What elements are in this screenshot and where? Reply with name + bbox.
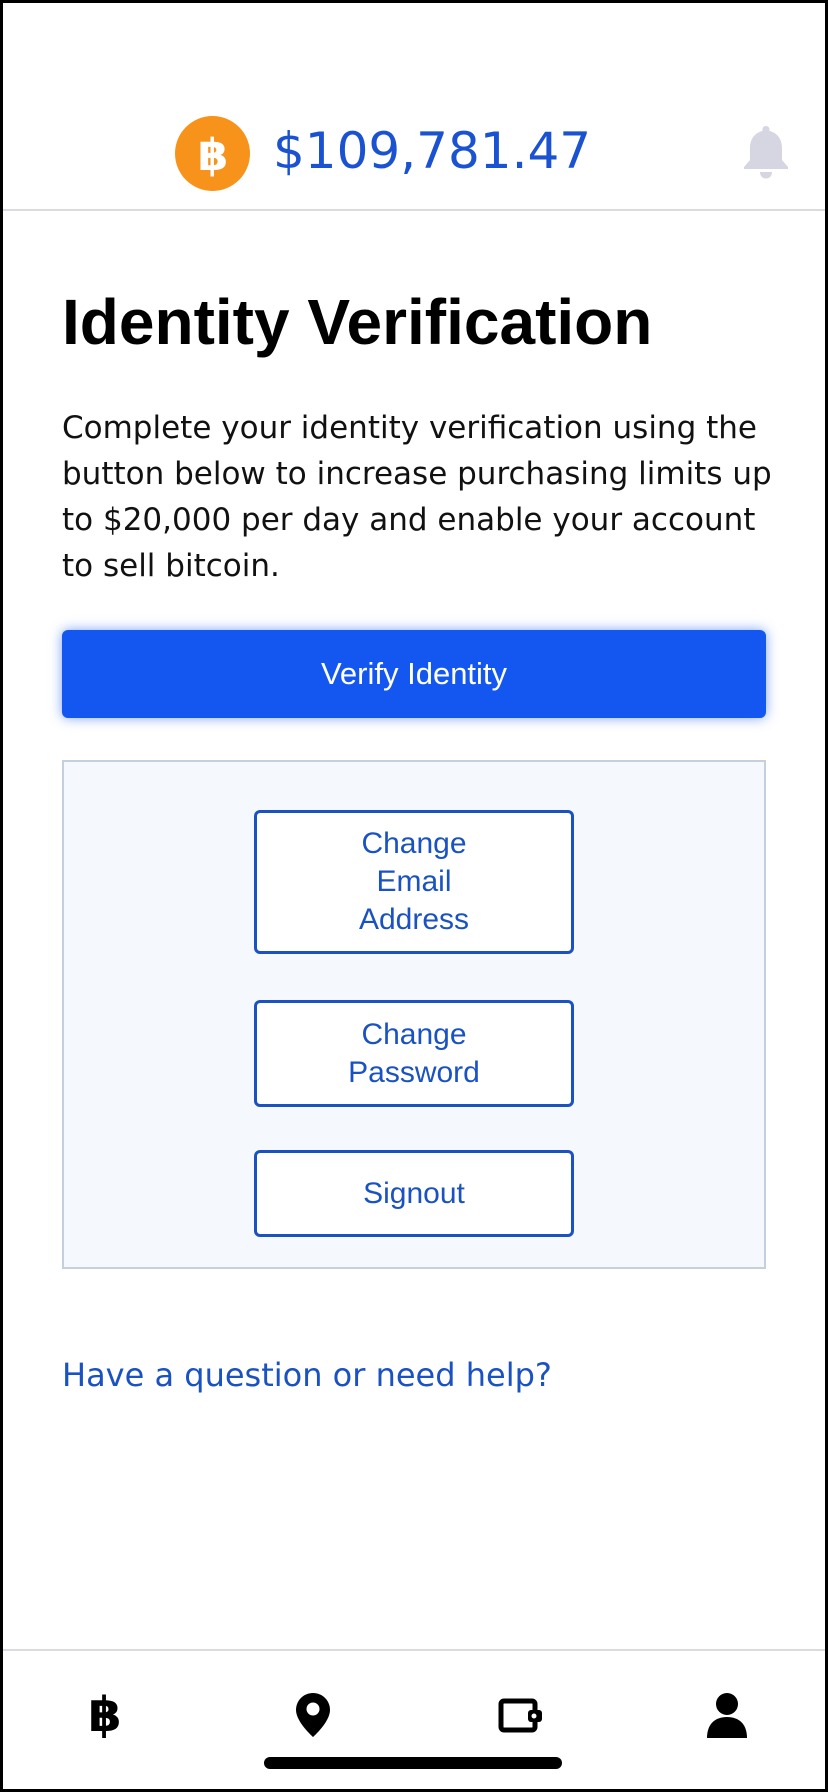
change-password-label: Change Password — [348, 1017, 480, 1089]
account-actions-panel: Change Email Address Change Password Sig… — [62, 760, 766, 1269]
bitcoin-logo-icon: ฿ — [175, 116, 250, 191]
page-title: Identity Verification — [62, 286, 653, 358]
balance-price: $109,781.47 — [273, 122, 592, 180]
nav-wallet-icon[interactable] — [491, 1685, 551, 1745]
signout-label: Signout — [363, 1176, 465, 1210]
nav-map-pin-icon[interactable] — [283, 1685, 343, 1745]
change-password-button[interactable]: Change Password — [254, 1000, 574, 1107]
nav-user-icon[interactable] — [697, 1685, 757, 1745]
bell-icon[interactable] — [741, 122, 791, 180]
signout-button[interactable]: Signout — [254, 1150, 574, 1237]
top-bar: ฿ $109,781.47 — [3, 0, 825, 211]
bitcoin-logo-glyph: ฿ — [197, 130, 228, 179]
help-link[interactable]: Have a question or need help? — [62, 1356, 552, 1394]
page-description: Complete your identity verification usin… — [62, 410, 772, 584]
change-email-button[interactable]: Change Email Address — [254, 810, 574, 954]
nav-bitcoin-icon[interactable]: ฿ — [75, 1685, 135, 1745]
verify-identity-button[interactable]: Verify Identity — [62, 630, 766, 718]
home-indicator — [264, 1757, 562, 1769]
change-email-label: Change Email Address — [358, 827, 470, 936]
verify-identity-label: Verify Identity — [320, 656, 508, 691]
